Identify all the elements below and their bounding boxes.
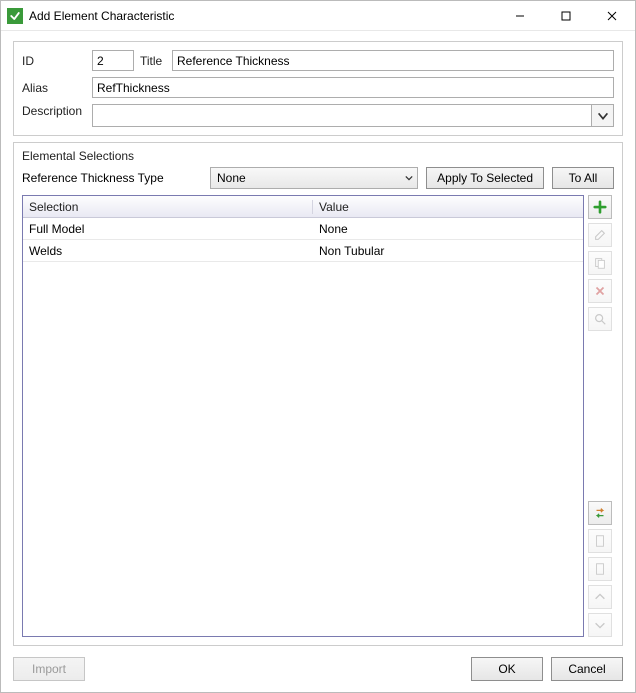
- group-title: Elemental Selections: [22, 149, 614, 163]
- dialog-window: Add Element Characteristic ID Title Alia…: [0, 0, 636, 693]
- cell-selection: Full Model: [23, 222, 313, 236]
- table-row[interactable]: Welds Non Tubular: [23, 240, 583, 262]
- selections-table-area: Selection Value Full Model None Welds No…: [22, 195, 614, 637]
- maximize-button[interactable]: [543, 1, 589, 31]
- grid-side-buttons: [588, 195, 614, 637]
- description-dropdown-button[interactable]: [591, 105, 613, 126]
- edit-row-button[interactable]: [588, 223, 612, 247]
- selections-toolbar: Reference Thickness Type None Apply To S…: [22, 167, 614, 189]
- alias-field[interactable]: [92, 77, 614, 98]
- selections-grid[interactable]: Selection Value Full Model None Welds No…: [22, 195, 584, 637]
- alias-label: Alias: [22, 81, 86, 95]
- delete-row-button[interactable]: [588, 279, 612, 303]
- cancel-button[interactable]: Cancel: [551, 657, 623, 681]
- cell-value: None: [313, 222, 583, 236]
- id-field[interactable]: [92, 50, 134, 71]
- description-label: Description: [22, 104, 86, 127]
- close-button[interactable]: [589, 1, 635, 31]
- dialog-footer: Import OK Cancel: [1, 654, 635, 692]
- window-title: Add Element Characteristic: [29, 9, 174, 23]
- move-down-button[interactable]: [588, 613, 612, 637]
- find-button[interactable]: [588, 307, 612, 331]
- import-button[interactable]: Import: [13, 657, 85, 681]
- reference-thickness-type-label: Reference Thickness Type: [22, 171, 202, 185]
- cell-value: Non Tubular: [313, 244, 583, 258]
- ok-button[interactable]: OK: [471, 657, 543, 681]
- titlebar: Add Element Characteristic: [1, 1, 635, 31]
- chevron-down-icon: [405, 171, 413, 185]
- column-selection[interactable]: Selection: [23, 200, 313, 214]
- id-label: ID: [22, 54, 86, 68]
- copy-row-button[interactable]: [588, 251, 612, 275]
- description-field-wrapper: [92, 104, 614, 127]
- title-label: Title: [140, 54, 166, 68]
- elemental-selections-group: Elemental Selections Reference Thickness…: [13, 142, 623, 646]
- reference-thickness-type-dropdown[interactable]: None: [210, 167, 418, 189]
- checkmark-icon: [7, 8, 23, 24]
- title-field[interactable]: [172, 50, 614, 71]
- add-row-button[interactable]: [588, 195, 612, 219]
- description-field[interactable]: [93, 105, 591, 126]
- swap-button[interactable]: [588, 501, 612, 525]
- dropdown-value: None: [217, 171, 246, 185]
- cell-selection: Welds: [23, 244, 313, 258]
- content-area: ID Title Alias Description Elemen: [1, 31, 635, 654]
- table-row[interactable]: Full Model None: [23, 218, 583, 240]
- doc2-button[interactable]: [588, 557, 612, 581]
- move-up-button[interactable]: [588, 585, 612, 609]
- characteristic-fields: ID Title Alias Description: [13, 41, 623, 136]
- grid-header: Selection Value: [23, 196, 583, 218]
- grid-body: Full Model None Welds Non Tubular: [23, 218, 583, 636]
- apply-to-selected-button[interactable]: Apply To Selected: [426, 167, 544, 189]
- doc1-button[interactable]: [588, 529, 612, 553]
- minimize-button[interactable]: [497, 1, 543, 31]
- to-all-button[interactable]: To All: [552, 167, 614, 189]
- column-value[interactable]: Value: [313, 200, 583, 214]
